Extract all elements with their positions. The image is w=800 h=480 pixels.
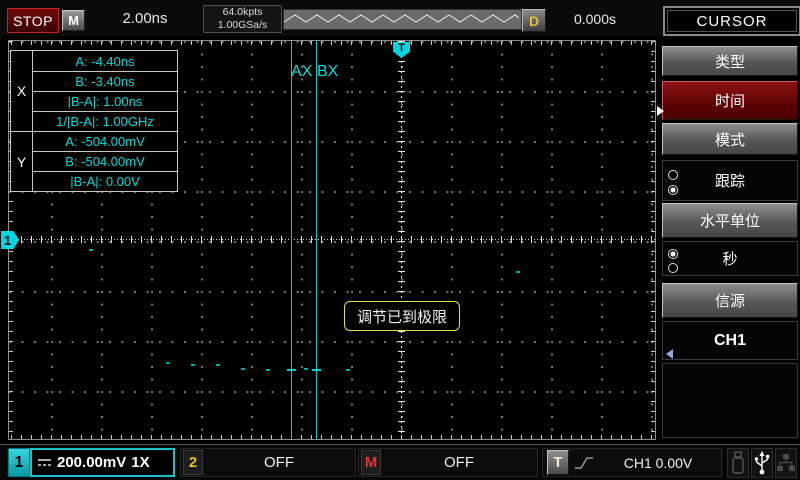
y-section-label: Y bbox=[11, 131, 33, 191]
usb-device-status bbox=[727, 448, 749, 478]
dc-coupling-icon bbox=[37, 457, 52, 469]
menu-item-mode[interactable]: 模式 bbox=[662, 123, 798, 155]
acquisition-info-box: 64.0kpts 1.00GSa/s bbox=[203, 5, 282, 33]
usb-host-status bbox=[751, 448, 773, 478]
horizontal-position-readout: 0.000s bbox=[540, 11, 650, 27]
run-state-button[interactable]: STOP bbox=[7, 8, 59, 33]
soft-menu-sidebar: 类型 时间 模式 跟踪 水平单位 秒 信源 CH1 bbox=[660, 36, 800, 444]
trace-sample-dot bbox=[266, 369, 270, 371]
menu-item-source-value[interactable]: CH1 bbox=[662, 321, 798, 360]
seconds-label: 秒 bbox=[722, 248, 737, 269]
usb-trident-icon bbox=[753, 450, 771, 476]
x-delta-value: |B-A|: 1.00ns bbox=[33, 91, 177, 111]
oscilloscope-screen: STOP M 2.00ns 64.0kpts 1.00GSa/s D 0.000… bbox=[0, 0, 800, 480]
math-status: OFF bbox=[381, 454, 537, 471]
trace-sample-dot bbox=[516, 271, 520, 273]
menu-item-type[interactable]: 类型 bbox=[662, 46, 798, 76]
math-status-section[interactable]: M OFF bbox=[358, 448, 538, 477]
trigger-status-section[interactable]: T CH1 0.00V bbox=[542, 448, 722, 477]
lan-status bbox=[775, 448, 797, 478]
menu-item-seconds[interactable]: 秒 bbox=[662, 241, 798, 276]
source-channel-label: CH1 bbox=[714, 332, 746, 350]
cursor-ax-ytick bbox=[287, 369, 296, 371]
track-label: 跟踪 bbox=[715, 170, 745, 191]
active-menu-title: CURSOR bbox=[663, 6, 800, 36]
ch1-probe: 1X bbox=[131, 454, 149, 471]
x-cursor-a-value: A: -4.40ns bbox=[33, 51, 177, 71]
cursor-bx-line[interactable] bbox=[316, 41, 317, 439]
radio-option2-selected-icon[interactable] bbox=[668, 185, 678, 195]
trace-sample-dot bbox=[89, 249, 93, 251]
waveform-preview-icon bbox=[284, 10, 519, 27]
channel-select-arrow-icon bbox=[666, 349, 673, 359]
cursor-bx-ytick bbox=[312, 369, 321, 371]
usb-drive-icon bbox=[731, 451, 745, 475]
timebase-readout: 2.00ns bbox=[100, 10, 190, 28]
menu-item-source[interactable]: 信源 bbox=[662, 283, 798, 318]
channel-status-bar: 1 200.00mV 1X 2 OFF M OFF T CH1 0.00V bbox=[0, 444, 800, 480]
trace-sample-dot bbox=[241, 368, 245, 370]
y-cursor-a-value: A: -504.00mV bbox=[33, 131, 177, 151]
ch2-badge[interactable]: 2 bbox=[183, 450, 203, 475]
cursor-ax-line[interactable] bbox=[291, 41, 292, 439]
x-cursor-b-value: B: -3.40ns bbox=[33, 71, 177, 91]
menu-item-track[interactable]: 跟踪 bbox=[662, 160, 798, 201]
limit-reached-toast: 调节已到极限 bbox=[344, 301, 460, 331]
sample-rate: 1.00GSa/s bbox=[204, 19, 281, 32]
y-delta-value: |B-A|: 0.00V bbox=[33, 171, 177, 191]
ch1-badge[interactable]: 1 bbox=[8, 448, 30, 477]
trace-sample-dot bbox=[216, 364, 220, 366]
cursor-bx-label: BX bbox=[317, 63, 338, 81]
trace-sample-dot bbox=[166, 362, 170, 364]
ch2-status: OFF bbox=[203, 454, 355, 471]
cursor-ax-label: AX bbox=[291, 63, 312, 81]
trace-sample-dot bbox=[304, 368, 308, 370]
x-section-label: X bbox=[11, 51, 33, 131]
radio-option2-icon[interactable] bbox=[668, 263, 678, 273]
y-cursor-b-value: B: -504.00mV bbox=[33, 151, 177, 171]
ch2-status-section[interactable]: 2 OFF bbox=[180, 448, 356, 477]
waveform-preview-strip[interactable] bbox=[283, 9, 522, 30]
x-inverse-delta-value: 1/|B-A|: 1.00GHz bbox=[33, 111, 177, 131]
math-badge[interactable]: M bbox=[361, 450, 381, 475]
menu-item-empty bbox=[662, 363, 798, 438]
rising-edge-icon bbox=[573, 454, 595, 472]
top-status-bar: STOP M 2.00ns 64.0kpts 1.00GSa/s D 0.000… bbox=[0, 0, 800, 36]
memory-depth: 64.0kpts bbox=[204, 6, 281, 19]
trigger-badge[interactable]: T bbox=[547, 450, 569, 475]
cursor-measurement-panel: X A: -4.40ns B: -3.40ns |B-A|: 1.00ns 1/… bbox=[10, 50, 178, 192]
trace-sample-dot bbox=[191, 364, 195, 366]
radio-option1-selected-icon[interactable] bbox=[668, 249, 678, 259]
trace-sample-dot bbox=[346, 369, 350, 371]
menu-item-time[interactable]: 时间 bbox=[662, 81, 798, 120]
active-item-arrow-icon bbox=[657, 106, 664, 116]
radio-option1-icon[interactable] bbox=[668, 170, 678, 180]
ethernet-icon bbox=[776, 452, 796, 474]
trigger-source-level: CH1 0.00V bbox=[595, 455, 721, 471]
ch1-settings-box[interactable]: 200.00mV 1X bbox=[30, 448, 175, 477]
menu-item-horizontal-unit[interactable]: 水平单位 bbox=[662, 203, 798, 238]
horizontal-menu-button[interactable]: M bbox=[62, 10, 85, 31]
ch1-scale: 200.00mV bbox=[57, 454, 126, 471]
